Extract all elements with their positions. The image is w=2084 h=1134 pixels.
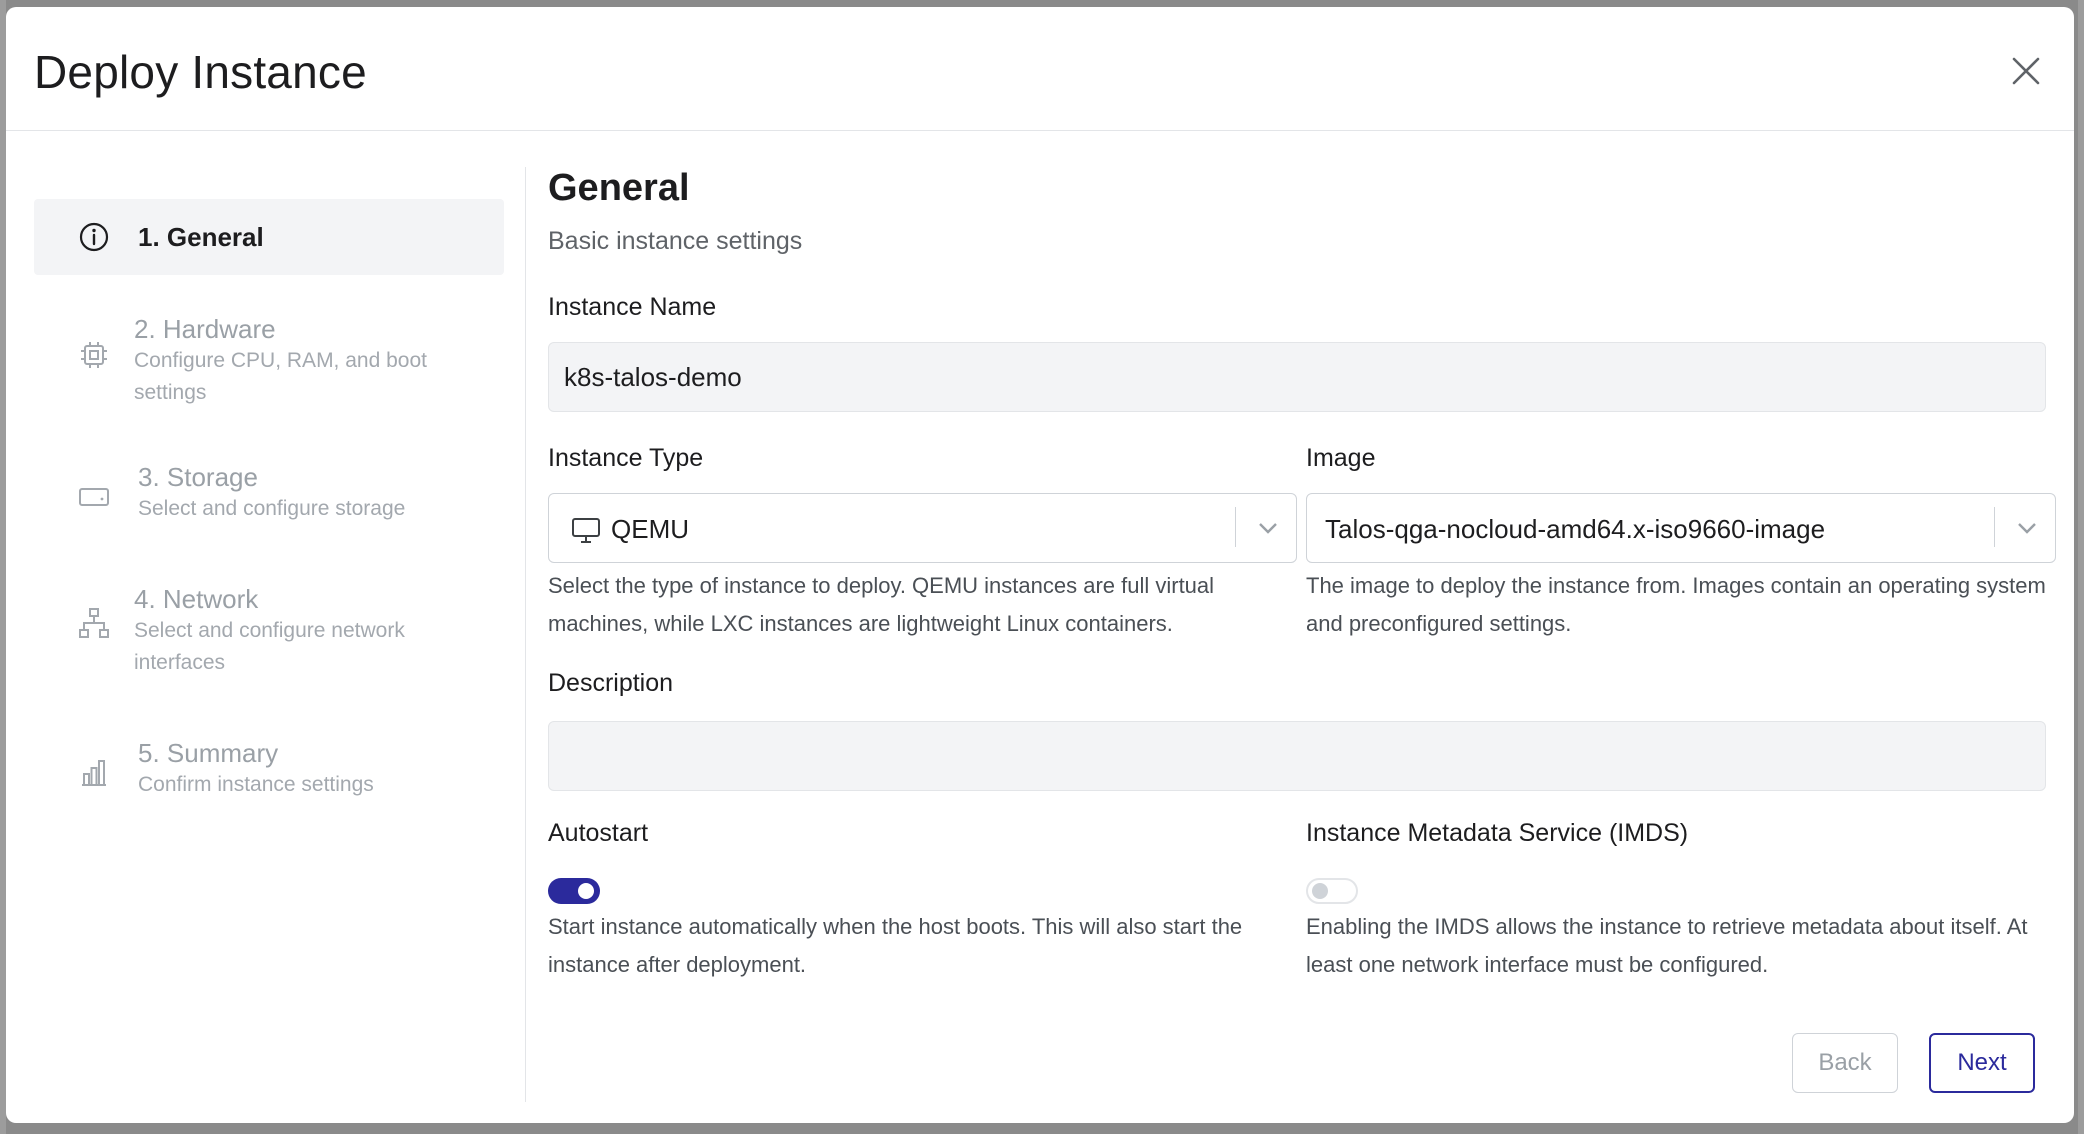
imds-toggle[interactable] [1306,878,1358,904]
deploy-instance-modal: Deploy Instance 1. General 2. Hardware C… [6,7,2074,1123]
back-button[interactable]: Back [1792,1033,1898,1093]
step-hardware-title: 2. Hardware [134,314,276,344]
instance-type-label: Instance Type [548,444,704,472]
toggle-knob [578,883,594,899]
autostart-label: Autostart [548,819,649,847]
image-value: Talos-qga-nocloud-amd64.x-iso9660-image [1325,514,1826,544]
sidebar-divider [525,167,526,1102]
info-icon [78,221,110,253]
toggle-knob [1312,883,1328,899]
chevron-down-icon [2013,514,2041,542]
autostart-help: Start instance automatically when the ho… [548,914,1243,977]
image-help: The image to deploy the instance from. I… [1306,573,2046,636]
close-button[interactable] [2006,51,2046,91]
step-general[interactable]: 1. General [34,199,504,275]
step-network-title: 4. Network [134,584,259,614]
step-summary-description: Confirm instance settings [138,773,374,796]
modal-header: Deploy Instance [6,7,2074,131]
step-summary-title: 5. Summary [138,738,279,768]
step-summary[interactable]: 5. Summary Confirm instance settings [34,725,504,805]
imds-label: Instance Metadata Service (IMDS) [1306,819,1689,847]
instance-name-label: Instance Name [548,293,717,321]
description-input[interactable] [548,721,2046,791]
section-title: General [548,167,690,209]
background-page-edge-right [2078,0,2084,1134]
monitor-icon [571,516,601,549]
instance-name-input[interactable] [548,342,2046,412]
image-select[interactable]: Talos-qga-nocloud-amd64.x-iso9660-image [1306,493,2056,563]
step-general-title: 1. General [138,222,264,252]
description-label: Description [548,669,674,697]
autostart-toggle[interactable] [548,878,600,904]
select-separator [1235,507,1236,547]
select-separator [1994,507,1995,547]
step-hardware[interactable]: 2. Hardware Configure CPU, RAM, and boot… [34,301,504,404]
modal-title: Deploy Instance [34,46,367,98]
instance-type-help: Select the type of instance to deploy. Q… [548,573,1215,636]
network-icon [78,607,110,639]
chip-icon [78,339,110,371]
general-form: General Basic instance settings Instance… [548,159,2058,1119]
step-network[interactable]: 4. Network Select and configure network … [34,571,504,674]
step-network-description: Select and configure network interfaces [134,619,405,674]
imds-help: Enabling the IMDS allows the instance to… [1306,914,2028,977]
step-hardware-description: Configure CPU, RAM, and boot settings [134,349,427,404]
bar-chart-icon [78,757,110,789]
instance-type-select[interactable]: QEMU [548,493,1297,563]
image-label: Image [1306,444,1376,472]
step-storage-title: 3. Storage [138,462,258,492]
step-storage-description: Select and configure storage [138,497,406,520]
step-storage[interactable]: 3. Storage Select and configure storage [34,449,504,529]
close-icon [2012,57,2040,85]
drive-icon [78,481,110,513]
steps-sidebar: 1. General 2. Hardware Configure CPU, RA… [34,159,504,1099]
section-subtitle: Basic instance settings [548,227,803,255]
instance-type-value: QEMU [611,514,689,544]
next-button[interactable]: Next [1929,1033,2035,1093]
chevron-down-icon [1254,514,1282,542]
